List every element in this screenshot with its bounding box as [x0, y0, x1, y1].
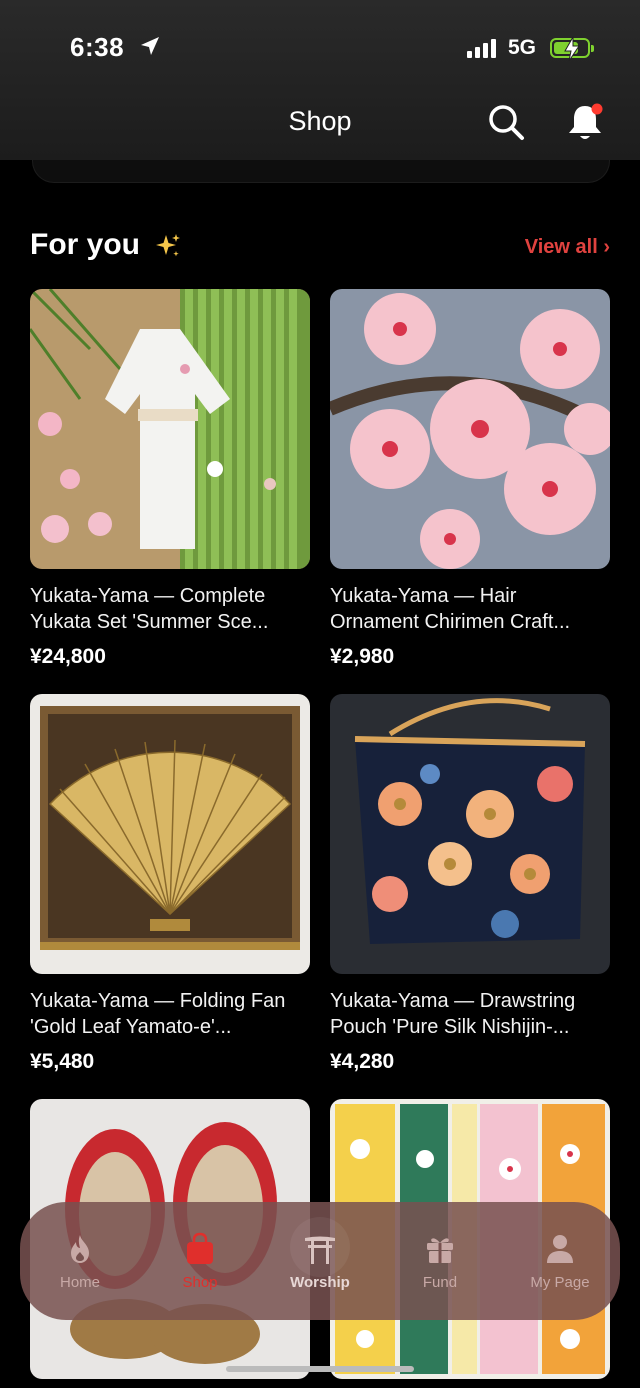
- view-all-link[interactable]: View all ›: [525, 236, 610, 259]
- view-all-label: View all: [524, 236, 598, 258]
- status-indicators: 5G: [466, 36, 594, 62]
- product-card[interactable]: Yukata-Yama — Hair Ornament Chirimen Cra…: [330, 289, 610, 669]
- tab-label: Fund: [422, 1273, 458, 1291]
- tab-label: Shop: [182, 1273, 218, 1291]
- tab-home[interactable]: Home: [22, 1211, 138, 1311]
- sparkle-icon: [156, 234, 180, 257]
- product-price: ¥4,280: [330, 1050, 395, 1073]
- app-header: 6:38 5G Shop: [0, 0, 640, 160]
- tab-fund[interactable]: Fund: [382, 1211, 498, 1311]
- product-name: Yukata-Yama — Hair Ornament Chirimen Cra…: [330, 585, 571, 633]
- product-image-folding-fan[interactable]: [30, 694, 310, 974]
- bottom-tab-bar: Home Shop Worship Fund My Page: [20, 1202, 620, 1320]
- product-image-drawstring-pouch[interactable]: [330, 694, 610, 974]
- search-icon[interactable]: [486, 102, 526, 142]
- tab-label: My Page: [530, 1273, 590, 1291]
- product-image-yukata[interactable]: [30, 289, 310, 569]
- shop-screen: 6:38 5G Shop For you View all › Yukata-Y…: [0, 0, 640, 1388]
- tab-label: Home: [59, 1273, 100, 1291]
- gift-icon: [427, 1237, 453, 1263]
- tab-shop[interactable]: Shop: [142, 1211, 258, 1311]
- product-name: Yukata-Yama — Folding Fan 'Gold Leaf Yam…: [30, 990, 286, 1038]
- product-name: Yukata-Yama — Drawstring Pouch 'Pure Sil…: [330, 990, 576, 1038]
- section-title: For you: [30, 228, 140, 261]
- battery-icon: [550, 36, 594, 62]
- product-card[interactable]: Yukata-Yama — Complete Yukata Set 'Summe…: [30, 289, 310, 669]
- home-indicator[interactable]: [226, 1366, 414, 1372]
- product-card[interactable]: Yukata-Yama — Folding Fan 'Gold Leaf Yam…: [30, 694, 310, 1074]
- page-title: Shop: [288, 106, 352, 136]
- tab-my-page[interactable]: My Page: [502, 1211, 618, 1311]
- cellular-signal-icon: [466, 38, 496, 58]
- shopping-bag-icon: [187, 1232, 213, 1264]
- person-icon: [547, 1234, 573, 1263]
- product-image-hair-ornament[interactable]: [330, 289, 610, 569]
- torii-gate-icon: [305, 1236, 335, 1264]
- product-price: ¥2,980: [330, 645, 395, 668]
- product-name: Yukata-Yama — Complete Yukata Set 'Summe…: [30, 585, 269, 633]
- flame-icon: [71, 1234, 89, 1263]
- product-price: ¥24,800: [30, 645, 106, 668]
- network-type: 5G: [507, 36, 536, 59]
- product-price: ¥5,480: [30, 1050, 95, 1073]
- notification-bell-icon[interactable]: [564, 100, 606, 144]
- tab-worship[interactable]: Worship: [262, 1211, 378, 1311]
- tab-label: Worship: [290, 1273, 350, 1291]
- status-time: 6:38: [70, 32, 125, 62]
- product-card[interactable]: Yukata-Yama — Drawstring Pouch 'Pure Sil…: [330, 694, 610, 1074]
- location-arrow-icon: [141, 37, 159, 55]
